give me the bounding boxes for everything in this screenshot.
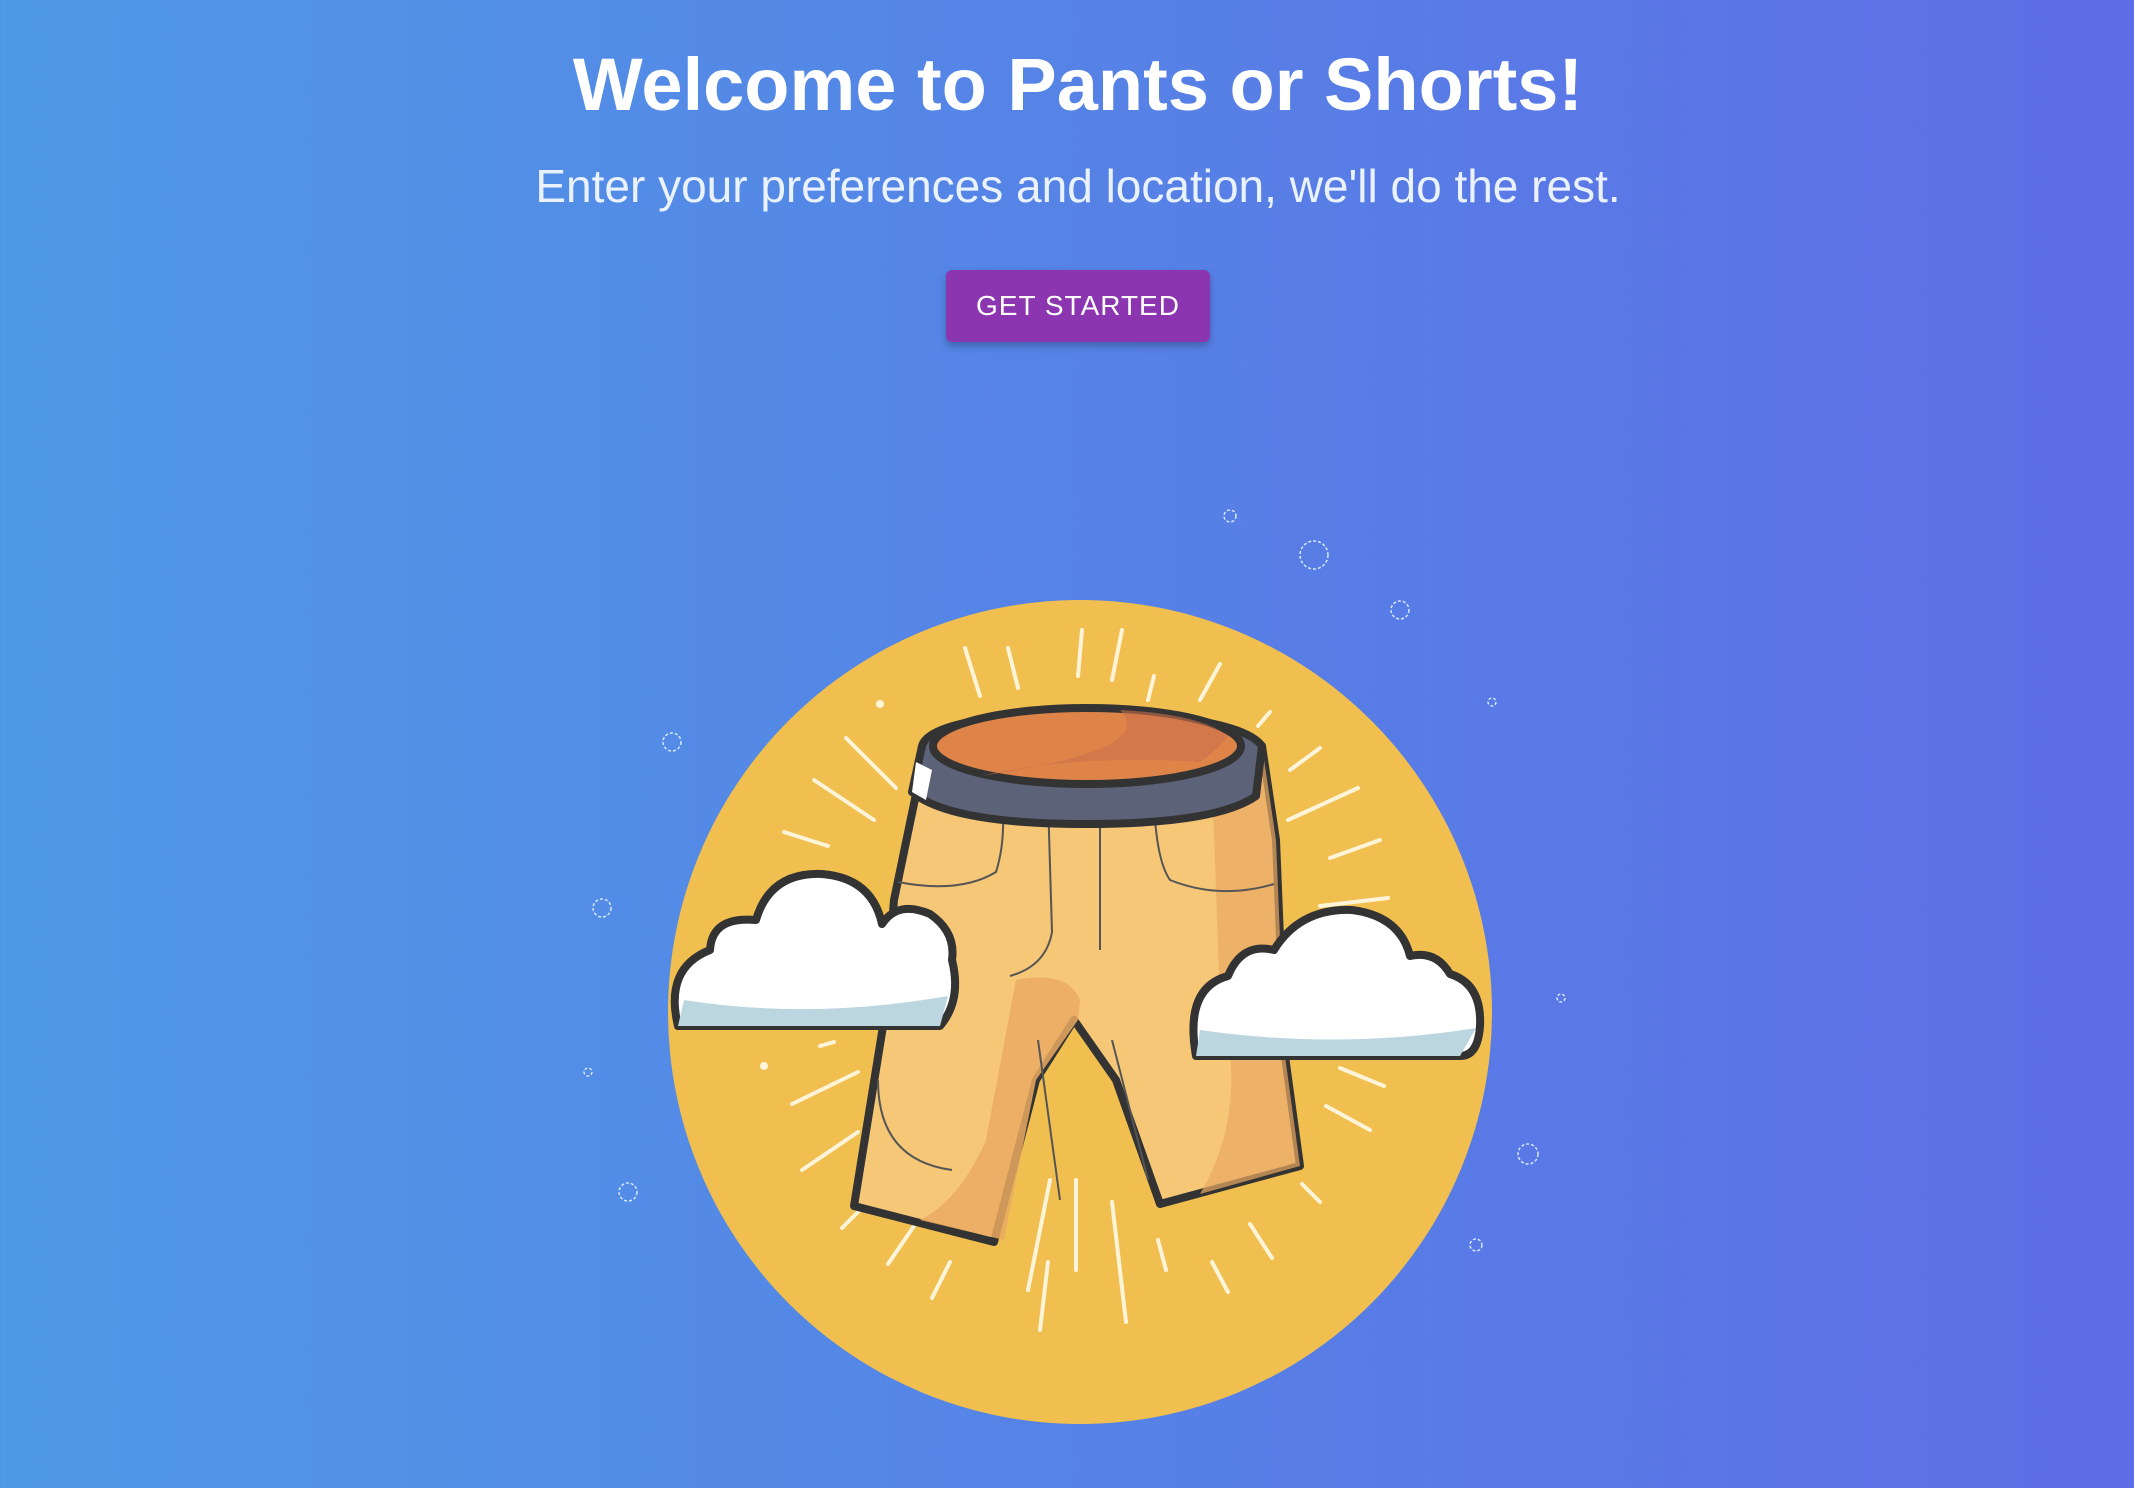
page-title: Welcome to Pants or Shorts! — [572, 43, 1584, 126]
page-subtitle: Enter your preferences and location, we'… — [535, 160, 1621, 212]
get-started-button[interactable]: GET STARTED — [946, 270, 1210, 342]
shorts-with-clouds-illustration — [583, 509, 1566, 1424]
